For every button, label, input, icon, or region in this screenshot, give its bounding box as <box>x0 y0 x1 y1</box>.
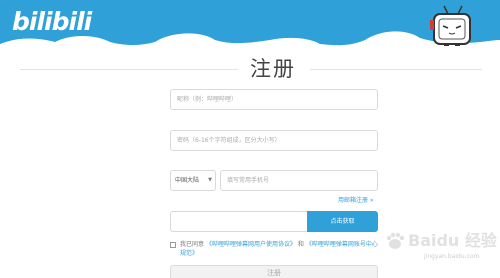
email-register-link[interactable]: 用邮箱注册 » <box>338 197 374 205</box>
agreement-text: 我已同意 《哔哩哔哩弹幕网用户使用协议》 和 《哔哩哔哩弹幕网账号中心规范》 <box>180 240 380 258</box>
cloud-decoration <box>0 31 500 46</box>
user-agreement-link[interactable]: 《哔哩哔哩弹幕网用户使用协议》 <box>206 241 296 248</box>
watermark-url: jingyan.baidu.com <box>424 253 480 260</box>
region-value: 中国大陆 <box>175 177 200 184</box>
top-banner: bilibili <box>0 0 500 46</box>
agreement-and: 和 <box>297 241 304 248</box>
agreement-prefix: 我已同意 <box>180 241 205 248</box>
watermark-text: Baidu 经验 <box>408 231 497 250</box>
get-code-button[interactable]: 点击获取 <box>307 211 378 232</box>
tv-mascot-icon <box>430 5 471 46</box>
nickname-input[interactable]: 昵称（例：哔哩哔哩） <box>170 89 378 110</box>
chevron-down-icon: ▼ <box>208 177 212 183</box>
verification-code-input[interactable] <box>170 211 308 232</box>
phone-input[interactable]: 填写常用手机号 <box>220 170 378 191</box>
region-select[interactable]: 中国大陆 ▼ <box>170 170 216 191</box>
paw-icon <box>386 232 405 249</box>
agreement-checkbox[interactable] <box>170 242 176 248</box>
password-input[interactable]: 密码（6-16个字符组成，区分大小写） <box>170 130 378 151</box>
register-button[interactable]: 注册 <box>170 265 378 278</box>
register-page: bilibili 注册 昵称（例：哔哩哔哩） 密码（6-16个字符组成，区分大小… <box>0 0 500 278</box>
baidu-watermark: Baidu 经验 jingyan.baidu.com <box>384 228 497 266</box>
title-divider-left <box>20 69 238 70</box>
page-title: 注册 <box>250 57 296 81</box>
title-divider-right <box>310 69 482 70</box>
